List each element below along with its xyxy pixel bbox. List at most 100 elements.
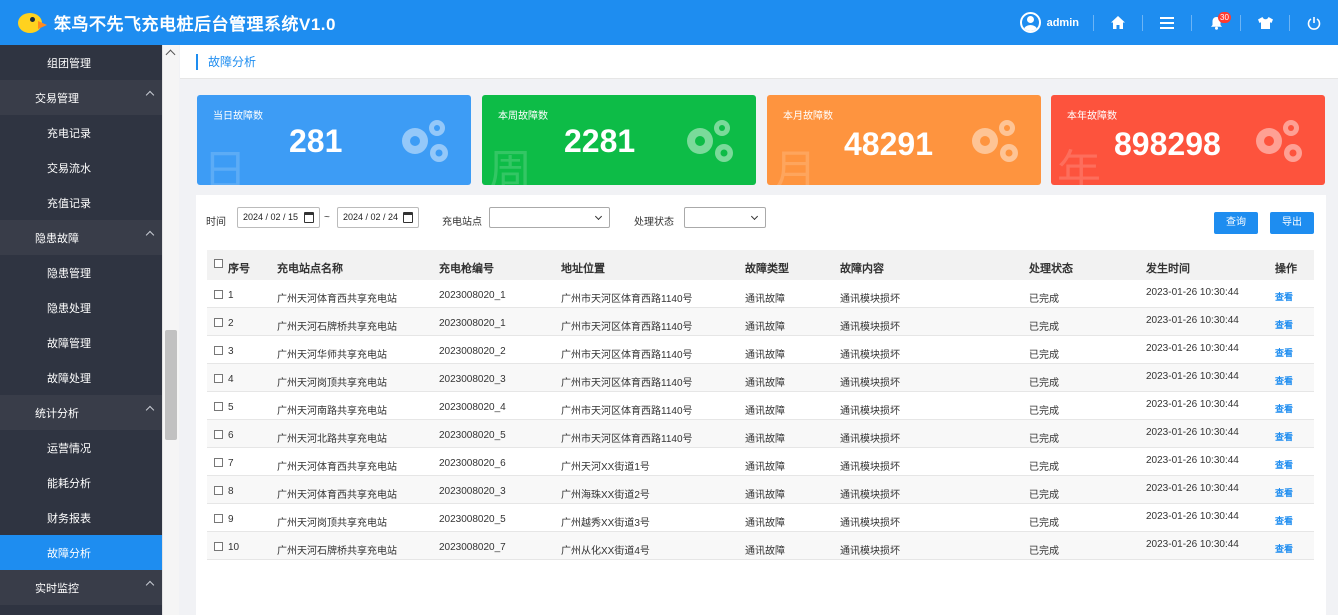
row-checkbox[interactable] (214, 514, 223, 523)
view-link[interactable]: 查看 (1275, 514, 1293, 527)
sidebar-item-fault-analysis[interactable]: 故障分析 (0, 535, 162, 570)
header-col-station-name: 充电站点名称 (277, 263, 343, 275)
status-label: 处理状态 (634, 217, 674, 228)
sidebar-item-fault-management[interactable]: 故障管理 (0, 325, 162, 360)
col-address: 广州从化XX街道4号 (561, 546, 650, 557)
sidebar-group-monitoring[interactable]: 实时监控 (0, 570, 162, 605)
home-icon (1111, 16, 1125, 29)
date-from-input[interactable]: 2024 / 02 / 15 (237, 207, 320, 228)
col-fault-type: 通讯故障 (745, 462, 785, 473)
col-time: 2023-01-26 10:30:44 (1146, 427, 1239, 438)
row-checkbox[interactable] (214, 542, 223, 551)
col-fault-content: 通讯模块损坏 (840, 434, 900, 445)
status-select[interactable] (684, 207, 766, 228)
col-status: 已完成 (1029, 322, 1059, 333)
sidebar-item-label: 充值记录 (47, 197, 91, 210)
date-to-input[interactable]: 2024 / 02 / 24 (337, 207, 419, 228)
station-select[interactable] (489, 207, 610, 228)
col-address: 广州市天河区体育西路1140号 (561, 350, 693, 361)
col-gun-id: 2023008020_1 (439, 290, 506, 301)
logout-button[interactable] (1290, 0, 1338, 45)
row-checkbox[interactable] (214, 318, 223, 327)
sidebar-item-label: 交易流水 (47, 162, 91, 175)
col-time: 2023-01-26 10:30:44 (1146, 371, 1239, 382)
table-row: 7 广州天河体育西共享充电站 2023008020_6 广州天河XX街道1号 通讯故障 通… (207, 448, 1314, 476)
sidebar-item-recharge-records[interactable]: 充值记录 (0, 185, 162, 220)
card-value: 2281 (564, 123, 636, 159)
view-link[interactable]: 查看 (1275, 290, 1293, 303)
sidebar-item-label: 隐患处理 (47, 302, 91, 315)
col-station-name: 广州天河体育西共享充电站 (277, 294, 397, 305)
view-link[interactable]: 查看 (1275, 458, 1293, 471)
sidebar-item-operations[interactable]: 运营情况 (0, 430, 162, 465)
date-from-value: 2024 / 02 / 15 (243, 212, 299, 222)
gears-icon (972, 120, 1018, 162)
sidebar-item-label: 故障分析 (47, 547, 91, 560)
row-checkbox[interactable] (214, 486, 223, 495)
col-index: 1 (228, 290, 234, 301)
col-status: 已完成 (1029, 350, 1059, 361)
view-link[interactable]: 查看 (1275, 346, 1293, 359)
date-to-value: 2024 / 02 / 24 (343, 212, 399, 222)
calendar-icon[interactable] (304, 212, 314, 223)
calendar-icon[interactable] (403, 212, 413, 223)
select-all-checkbox[interactable] (214, 259, 223, 268)
col-status: 已完成 (1029, 462, 1059, 473)
sidebar-item-financial-reports[interactable]: 财务报表 (0, 500, 162, 535)
row-checkbox[interactable] (214, 290, 223, 299)
row-checkbox[interactable] (214, 374, 223, 383)
query-button[interactable]: 查询 (1214, 212, 1258, 234)
home-button[interactable] (1094, 0, 1142, 45)
col-address: 广州市天河区体育西路1140号 (561, 406, 693, 417)
col-time: 2023-01-26 10:30:44 (1146, 539, 1239, 550)
view-link[interactable]: 查看 (1275, 402, 1293, 415)
notification-badge: 30 (1218, 12, 1231, 23)
card-watermark: 月 (773, 147, 817, 185)
view-link[interactable]: 查看 (1275, 318, 1293, 331)
header-col-status: 处理状态 (1029, 263, 1073, 275)
row-checkbox[interactable] (214, 346, 223, 355)
sidebar-item-group-management[interactable]: 组团管理 (0, 45, 162, 80)
col-index: 7 (228, 458, 234, 469)
stat-card-daily: 日 当日故障数 281 (197, 95, 471, 185)
sidebar-item-transaction-flow[interactable]: 交易流水 (0, 150, 162, 185)
view-link[interactable]: 查看 (1275, 374, 1293, 387)
sidebar-item-charge-records[interactable]: 充电记录 (0, 115, 162, 150)
view-link[interactable]: 查看 (1275, 486, 1293, 499)
scroll-up-icon[interactable] (165, 49, 176, 60)
col-address: 广州市天河区体育西路1140号 (561, 434, 693, 445)
row-checkbox[interactable] (214, 458, 223, 467)
gears-icon (687, 120, 733, 162)
view-link[interactable]: 查看 (1275, 430, 1293, 443)
table-header: 序号 充电站点名称 充电枪编号 地址位置 故障类型 故障内容 处理状态 发生时间 操作 (207, 250, 1314, 280)
sidebar-group-transactions[interactable]: 交易管理 (0, 80, 162, 115)
col-address: 广州市天河区体育西路1140号 (561, 294, 693, 305)
power-icon (1307, 16, 1321, 30)
sidebar-item-hazard-management[interactable]: 隐患管理 (0, 255, 162, 290)
col-fault-content: 通讯模块损坏 (840, 518, 900, 529)
table-row: 9 广州天河岗顶共享充电站 2023008020_5 广州越秀XX街道3号 通讯故障 通讯… (207, 504, 1314, 532)
sidebar-item-label: 统计分析 (35, 407, 79, 420)
sidebar-group-statistics[interactable]: 统计分析 (0, 395, 162, 430)
row-checkbox[interactable] (214, 430, 223, 439)
col-station-name: 广州天河石牌桥共享充电站 (277, 546, 397, 557)
sidebar-item-energy-analysis[interactable]: 能耗分析 (0, 465, 162, 500)
theme-button[interactable] (1241, 0, 1289, 45)
menu-toggle-button[interactable] (1143, 0, 1191, 45)
table-row: 3 广州天河华师共享充电站 2023008020_2 广州市天河区体育西路1140号 通… (207, 336, 1314, 364)
notifications-button[interactable]: 30 (1192, 0, 1240, 45)
chevron-down-icon (594, 212, 603, 221)
scrollbar-thumb[interactable] (165, 330, 177, 440)
col-status: 已完成 (1029, 378, 1059, 389)
row-checkbox[interactable] (214, 402, 223, 411)
col-gun-id: 2023008020_7 (439, 542, 506, 553)
chevron-up-icon (145, 405, 155, 415)
export-button[interactable]: 导出 (1270, 212, 1314, 234)
sidebar-scrollbar[interactable] (162, 45, 179, 615)
col-index: 2 (228, 318, 234, 329)
sidebar-item-fault-handling[interactable]: 故障处理 (0, 360, 162, 395)
user-menu[interactable]: admin (1010, 0, 1093, 45)
sidebar-group-hazards[interactable]: 隐患故障 (0, 220, 162, 255)
view-link[interactable]: 查看 (1275, 542, 1293, 555)
sidebar-item-hazard-handling[interactable]: 隐患处理 (0, 290, 162, 325)
